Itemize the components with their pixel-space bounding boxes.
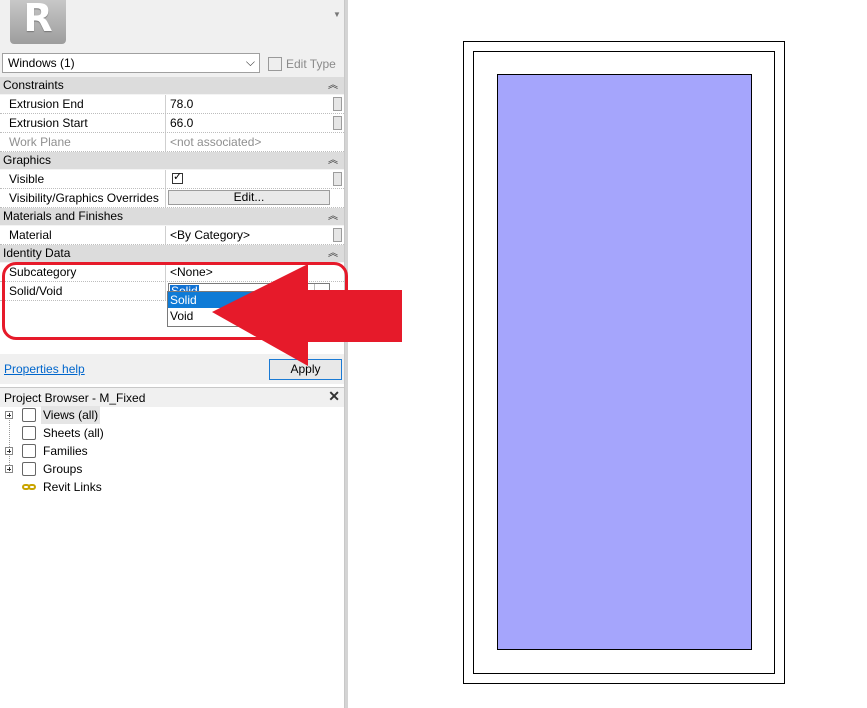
properties-help-link[interactable]: Properties help (4, 362, 85, 376)
associate-parameter-button[interactable] (333, 228, 342, 242)
row-material[interactable]: Material <By Category> (0, 226, 344, 245)
row-value[interactable]: 78.0 (168, 95, 330, 113)
type-selector-dropdown[interactable]: Windows (1) ⌵ (2, 53, 260, 73)
section-materials[interactable]: Materials and Finishes ︽ (0, 208, 344, 226)
expand-icon[interactable] (5, 447, 13, 455)
close-icon[interactable]: ✕ (328, 388, 340, 405)
associate-parameter-button[interactable] (333, 97, 342, 111)
section-title: Materials and Finishes (3, 209, 124, 223)
scroll-down-icon[interactable]: ▼ (333, 10, 341, 19)
expand-icon[interactable] (5, 465, 13, 473)
row-visibility-overrides[interactable]: Visibility/Graphics Overrides Edit... (0, 189, 344, 208)
chevron-down-icon: ⌵ (245, 55, 255, 69)
groups-icon (22, 462, 36, 476)
section-graphics[interactable]: Graphics ︽ (0, 152, 344, 170)
visibility-edit-button[interactable]: Edit... (168, 190, 330, 205)
row-label: Visible (0, 170, 166, 188)
edit-type-label: Edit Type (286, 57, 336, 71)
row-label: Extrusion End (0, 95, 166, 113)
collapse-icon[interactable]: ︽ (328, 208, 338, 225)
associate-parameter-button[interactable] (333, 116, 342, 130)
row-visible[interactable]: Visible ✓ (0, 170, 344, 189)
tree-node-label[interactable]: Views (all) (41, 406, 101, 424)
section-title: Graphics (3, 153, 52, 167)
tree-node-groups[interactable]: Groups (0, 460, 344, 478)
tree-node-views[interactable]: Views (all) (0, 406, 344, 424)
tree-node-label[interactable]: Sheets (all) (43, 424, 104, 442)
tree-node-label[interactable]: Families (43, 442, 88, 460)
tree-node-revit-links[interactable]: Revit Links (0, 478, 344, 496)
row-value: <not associated> (170, 135, 262, 149)
section-constraints[interactable]: Constraints ︽ (0, 77, 344, 95)
row-label: Extrusion Start (0, 114, 166, 132)
edit-type-icon (268, 57, 282, 71)
annotation-arrow-icon (212, 264, 402, 366)
revit-logo: R (10, 0, 66, 44)
tree-node-label[interactable]: Revit Links (43, 478, 102, 496)
row-value: ✓ (168, 170, 330, 188)
visible-checkbox[interactable]: ✓ (172, 171, 183, 184)
project-browser-header: Project Browser - M_Fixed ✕ (0, 387, 344, 407)
row-extrusion-start[interactable]: Extrusion Start 66.0 (0, 114, 344, 133)
red-arrow-shape (212, 264, 402, 366)
sheets-icon (22, 426, 36, 440)
revit-links-icon (22, 480, 36, 494)
tree-node-label[interactable]: Groups (43, 460, 82, 478)
tree-node-sheets[interactable]: Sheets (all) (0, 424, 344, 442)
section-identity[interactable]: Identity Data ︽ (0, 245, 344, 263)
type-preview: R ▼ (0, 0, 344, 50)
tree-node-families[interactable]: Families (0, 442, 344, 460)
project-browser-title: Project Browser - M_Fixed (4, 391, 146, 405)
row-work-plane: Work Plane <not associated> (0, 133, 344, 152)
expand-icon[interactable] (5, 411, 13, 419)
row-value[interactable]: 66.0 (168, 114, 330, 132)
project-browser-tree: Views (all) Sheets (all) Families Groups… (0, 406, 344, 496)
row-label: Visibility/Graphics Overrides (0, 189, 166, 207)
row-label: Work Plane (0, 133, 166, 151)
type-selector-value: Windows (1) (8, 56, 75, 70)
families-icon (22, 444, 36, 458)
section-title: Identity Data (3, 246, 71, 260)
collapse-icon[interactable]: ︽ (328, 152, 338, 169)
views-icon (22, 408, 36, 422)
window-glass-extrusion[interactable] (497, 74, 752, 650)
row-label: Material (0, 226, 166, 244)
edit-type-button[interactable]: Edit Type (268, 55, 336, 73)
section-title: Constraints (3, 78, 64, 92)
row-extrusion-end[interactable]: Extrusion End 78.0 (0, 95, 344, 114)
associate-parameter-button[interactable] (333, 172, 342, 186)
row-value[interactable]: <By Category> (168, 226, 330, 244)
collapse-icon[interactable]: ︽ (328, 77, 338, 94)
collapse-icon[interactable]: ︽ (328, 245, 338, 262)
